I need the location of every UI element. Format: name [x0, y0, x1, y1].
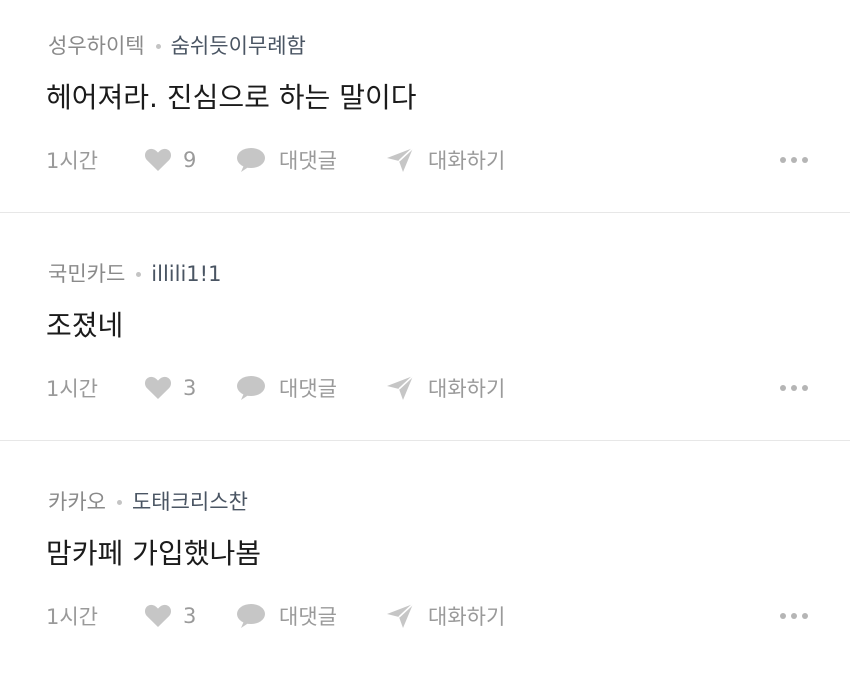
more-dots-icon — [780, 157, 786, 163]
paper-plane-icon — [387, 147, 414, 172]
author-nickname[interactable]: 도태크리스찬 — [132, 486, 248, 518]
comment-item: 카카오 도태크리스찬 맘카페 가입했나봄 1시간 3 대댓글 대화하기 — [0, 456, 850, 684]
more-dot — [802, 385, 808, 391]
like-button[interactable]: 3 — [144, 596, 196, 636]
like-button[interactable]: 9 — [144, 140, 196, 180]
like-count: 3 — [183, 376, 197, 400]
comment-time: 1시간 — [46, 377, 99, 401]
reply-button[interactable]: 대댓글 — [236, 596, 337, 636]
like-count: 9 — [183, 148, 197, 172]
more-dot — [802, 157, 808, 163]
speech-bubble-icon — [237, 604, 265, 628]
author-company[interactable]: 성우하이텍 — [48, 30, 145, 62]
chat-button[interactable]: 대화하기 — [386, 596, 505, 636]
paper-plane-icon — [387, 375, 414, 400]
more-dot — [791, 613, 797, 619]
like-count: 3 — [183, 604, 197, 628]
more-dot — [791, 385, 797, 391]
chat-label: 대화하기 — [428, 605, 506, 629]
comment-time: 1시간 — [46, 605, 99, 629]
comment-author: 국민카드 illili1!1 — [48, 258, 221, 290]
reply-label: 대댓글 — [279, 149, 337, 173]
comment-actions: 1시간 9 대댓글 대화하기 — [46, 140, 816, 180]
comment-text: 맘카페 가입했나봄 — [46, 537, 261, 570]
speech-bubble-icon — [237, 148, 265, 172]
comment-time: 1시간 — [46, 149, 99, 173]
comment-text: 조졌네 — [46, 309, 124, 342]
more-dots-icon — [780, 385, 786, 391]
comment-item: 성우하이텍 숨쉬듯이무례함 헤어져라. 진심으로 하는 말이다 1시간 9 대댓… — [0, 0, 850, 228]
chat-button[interactable]: 대화하기 — [386, 368, 505, 408]
comment-actions: 1시간 3 대댓글 대화하기 — [46, 368, 816, 408]
chat-button[interactable]: 대화하기 — [386, 140, 505, 180]
chat-label: 대화하기 — [428, 149, 506, 173]
more-dots-icon — [780, 613, 786, 619]
more-button[interactable] — [772, 596, 816, 636]
separator-dot — [155, 43, 161, 49]
author-nickname[interactable]: illili1!1 — [151, 258, 221, 290]
reply-button[interactable]: 대댓글 — [236, 140, 337, 180]
author-company[interactable]: 카카오 — [48, 486, 106, 518]
more-dot — [791, 157, 797, 163]
speech-bubble-icon — [237, 376, 265, 400]
more-button[interactable] — [772, 140, 816, 180]
reply-label: 대댓글 — [279, 377, 337, 401]
comment-actions: 1시간 3 대댓글 대화하기 — [46, 596, 816, 636]
more-dot — [802, 613, 808, 619]
comment-author: 카카오 도태크리스찬 — [48, 486, 248, 518]
divider — [0, 440, 850, 441]
reply-label: 대댓글 — [279, 605, 337, 629]
comment-item: 국민카드 illili1!1 조졌네 1시간 3 대댓글 대화하기 — [0, 228, 850, 456]
author-nickname[interactable]: 숨쉬듯이무례함 — [171, 30, 306, 62]
author-company[interactable]: 국민카드 — [48, 258, 125, 290]
heart-icon — [144, 376, 172, 399]
separator-dot — [116, 499, 122, 505]
heart-icon — [144, 604, 172, 627]
heart-icon — [144, 148, 172, 171]
divider — [0, 212, 850, 213]
paper-plane-icon — [387, 603, 414, 628]
like-button[interactable]: 3 — [144, 368, 196, 408]
more-button[interactable] — [772, 368, 816, 408]
reply-button[interactable]: 대댓글 — [236, 368, 337, 408]
comment-text: 헤어져라. 진심으로 하는 말이다 — [46, 81, 417, 114]
chat-label: 대화하기 — [428, 377, 506, 401]
separator-dot — [136, 271, 142, 277]
comment-author: 성우하이텍 숨쉬듯이무례함 — [48, 30, 306, 62]
